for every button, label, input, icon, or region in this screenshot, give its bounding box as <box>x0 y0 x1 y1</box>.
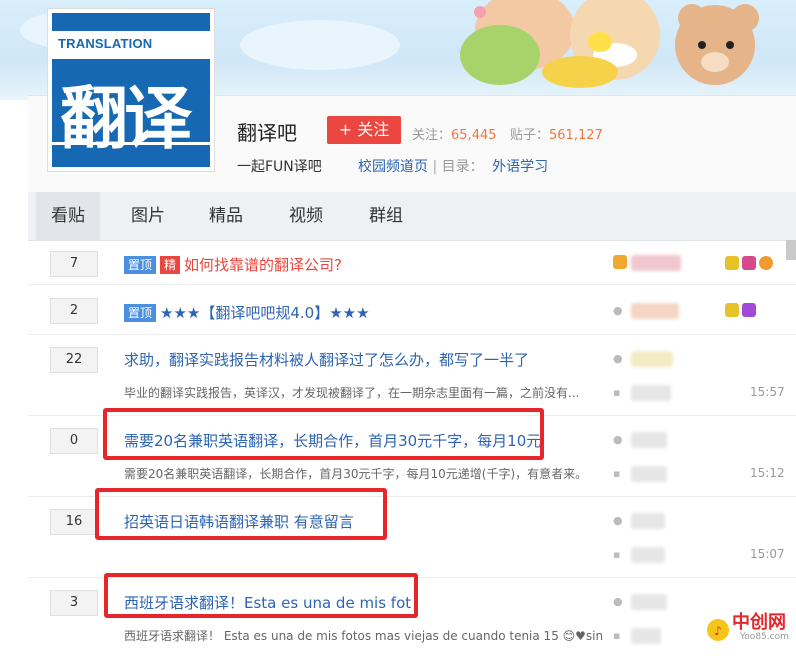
user-icon: ● <box>613 304 623 317</box>
forum-tabs: 看贴 图片 精品 视频 群组 <box>28 192 796 241</box>
last-replier[interactable]: ▪ <box>613 628 683 644</box>
user-icon: ● <box>613 595 623 608</box>
watermark-sub: Yoo85.com <box>740 632 789 642</box>
reply-count: 2 <box>50 298 98 324</box>
reply-count: 3 <box>50 590 98 616</box>
highlight-box <box>103 408 544 460</box>
replier-name-blurred <box>631 628 661 644</box>
category-link[interactable]: 外语学习 <box>492 159 548 175</box>
thread-author[interactable]: ● <box>613 351 683 367</box>
reply-icon: ▪ <box>613 386 621 399</box>
vip-icon <box>725 303 739 317</box>
featured-tag: 精 <box>160 256 181 274</box>
last-replier[interactable]: ▪ <box>613 466 683 482</box>
reply-count: 0 <box>50 428 98 454</box>
tab-videos[interactable]: 视频 <box>274 192 338 240</box>
logo-big-text: 翻译 <box>60 80 192 159</box>
thread-author[interactable]: ● <box>613 594 683 610</box>
author-name-blurred <box>631 594 667 610</box>
logo-strip: TRANSLATION <box>52 31 210 59</box>
followers-label: 关注： <box>412 128 452 143</box>
category-label: 目录： <box>441 159 484 175</box>
author-name-blurred <box>631 351 673 367</box>
last-replier[interactable]: ▪ <box>613 547 683 563</box>
reply-count: 16 <box>50 509 98 535</box>
pinned-tag: 置顶 <box>124 256 157 274</box>
ring-icon <box>759 256 773 270</box>
replier-name-blurred <box>631 547 665 563</box>
thread-author[interactable]: ● <box>613 513 683 529</box>
thread-title-line[interactable]: 置顶精如何找靠谱的翻译公司? <box>124 254 342 275</box>
medal-icon <box>742 303 756 317</box>
last-reply-time: 15:57 <box>750 385 785 399</box>
svg-text:♪: ♪ <box>714 624 722 638</box>
author-name-blurred <box>631 255 681 271</box>
thread-abstract: 西班牙语求翻译！ Esta es una de mis fotos mas vi… <box>124 629 604 643</box>
thread-abstract: 需要20名兼职英语翻译，长期合作，首月30元千字，每月10元递增(千字)，有意者… <box>124 467 588 481</box>
follow-button[interactable]: + 关注 <box>327 116 401 144</box>
reply-icon: ▪ <box>613 467 621 480</box>
thread-row[interactable]: 7 置顶精如何找靠谱的翻译公司? <box>28 241 796 285</box>
tab-featured[interactable]: 精品 <box>194 192 258 240</box>
thread-title[interactable]: 求助，翻译实践报告材料被人翻译过了怎么办，都写了一半了 <box>124 349 529 370</box>
thread-author[interactable]: ● <box>613 432 683 448</box>
thread-row[interactable]: 22 求助，翻译实践报告材料被人翻译过了怎么办，都写了一半了 毕业的翻译实践报告… <box>28 335 796 416</box>
forum-meta-links: 校园频道页 | 目录： 外语学习 <box>358 156 548 176</box>
thread-title-line[interactable]: 置顶 ★★★【翻译吧吧规4.0】★★★ <box>124 302 370 323</box>
user-icon: ● <box>613 514 623 527</box>
reply-icon: ▪ <box>613 629 621 642</box>
scrollbar[interactable] <box>786 240 796 260</box>
tab-posts[interactable]: 看贴 <box>36 192 100 240</box>
user-icon: ● <box>613 433 623 446</box>
forum-name: 翻译吧 <box>237 121 297 145</box>
last-replier[interactable]: ▪ <box>613 385 683 401</box>
posts-label: 贴子： <box>510 128 550 143</box>
logo-image: TRANSLATION 翻译 <box>52 13 210 167</box>
highlight-box <box>104 573 418 618</box>
tab-images[interactable]: 图片 <box>116 192 180 240</box>
user-icon: ● <box>613 352 623 365</box>
thread-title[interactable]: ★★★【翻译吧吧规4.0】★★★ <box>160 304 370 322</box>
logo-underline <box>52 142 210 145</box>
reply-icon: ▪ <box>613 548 621 561</box>
posts-count: 561,127 <box>549 128 603 143</box>
medal-icon <box>742 256 756 270</box>
replier-name-blurred <box>631 385 671 401</box>
followers-stat: 关注：65,445 <box>412 124 497 143</box>
tab-groups[interactable]: 群组 <box>354 192 418 240</box>
thread-author[interactable] <box>613 255 683 271</box>
thread-abstract: 毕业的翻译实践报告，英译汉，才发现被翻译了，在一期杂志里面有一篇，之前没有... <box>124 386 580 400</box>
forum-logo[interactable]: TRANSLATION 翻译 <box>47 8 215 172</box>
logo-top-text: TRANSLATION <box>58 36 153 51</box>
thread-author[interactable]: ● <box>613 303 683 319</box>
last-reply-time: 15:07 <box>750 547 785 561</box>
watermark-text: 中创网 <box>732 612 786 633</box>
thread-title[interactable]: 如何找靠谱的翻译公司? <box>184 256 342 274</box>
campus-link[interactable]: 校园频道页 <box>358 159 428 175</box>
author-name-blurred <box>631 303 679 319</box>
watermark: ♪ 中创网 Yoo85.com <box>706 600 796 654</box>
replier-name-blurred <box>631 466 667 482</box>
last-reply-time: 15:12 <box>750 466 785 480</box>
author-name-blurred <box>631 513 665 529</box>
vip-icon <box>725 256 739 270</box>
reply-count: 7 <box>50 251 98 277</box>
followers-count: 65,445 <box>451 128 497 143</box>
highlight-box <box>95 488 387 540</box>
separator: | <box>432 159 438 175</box>
posts-stat: 贴子：561,127 <box>510 124 603 143</box>
reply-count: 22 <box>50 347 98 373</box>
author-name-blurred <box>631 432 667 448</box>
banner-cartoon-illustration <box>440 0 796 100</box>
forum-slogan: 一起FUN译吧 <box>237 159 322 175</box>
pinned-tag: 置顶 <box>124 304 157 322</box>
author-level-icon <box>613 255 627 269</box>
thread-row[interactable]: 2 置顶 ★★★【翻译吧吧规4.0】★★★ ● <box>28 285 796 335</box>
